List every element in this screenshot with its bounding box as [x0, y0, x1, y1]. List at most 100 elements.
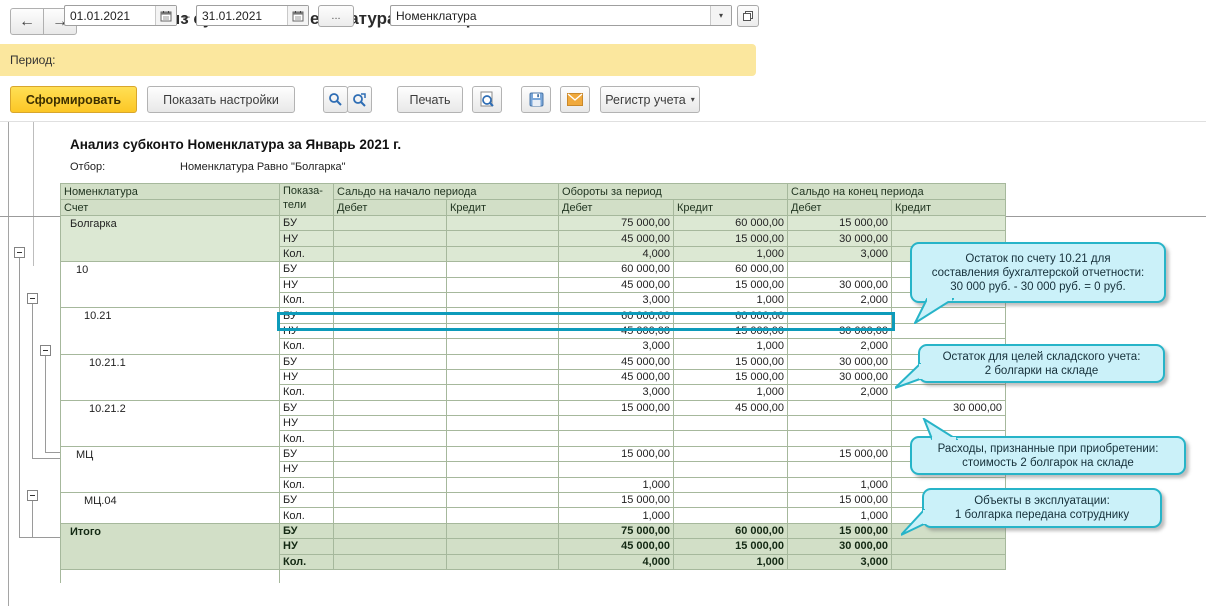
indicator-cell[interactable]: НУ [279, 230, 334, 247]
indicator-cell[interactable]: НУ [279, 538, 334, 555]
search-button[interactable] [323, 86, 348, 113]
account-cell[interactable]: Болгарка [60, 214, 280, 263]
amount-cell[interactable]: 15 000,00 [673, 538, 789, 555]
amount-cell[interactable] [673, 507, 789, 524]
account-cell[interactable]: 10 [60, 261, 280, 309]
collapse-group-mc[interactable] [27, 490, 38, 501]
collapse-group-10[interactable] [27, 293, 38, 304]
amount-cell[interactable] [333, 553, 447, 570]
amount-cell[interactable]: 60 000,00 [673, 261, 789, 278]
print-button[interactable]: Печать [397, 86, 463, 113]
date-from-field[interactable]: 01.01.2021 [64, 5, 177, 26]
amount-cell[interactable]: 1,000 [673, 553, 789, 570]
generate-report-button[interactable]: Сформировать [10, 86, 137, 113]
amount-cell[interactable]: 15 000,00 [673, 353, 789, 370]
amount-cell[interactable] [445, 399, 560, 417]
show-settings-button[interactable]: Показать настройки [147, 86, 295, 113]
calendar-icon[interactable] [155, 6, 176, 25]
amount-cell[interactable]: 1,000 [673, 338, 789, 355]
amount-cell[interactable] [445, 507, 560, 524]
amount-cell[interactable]: 30 000,00 [787, 230, 893, 247]
indicator-cell[interactable]: БУ [279, 445, 334, 463]
amount-cell[interactable] [558, 461, 675, 478]
amount-cell[interactable]: 60 000,00 [558, 261, 675, 278]
amount-cell[interactable] [445, 291, 560, 309]
amount-cell[interactable] [673, 461, 789, 478]
amount-cell[interactable]: 15 000,00 [787, 492, 893, 509]
amount-cell[interactable] [445, 522, 560, 540]
amount-cell[interactable] [333, 230, 447, 247]
collapse-group-bolgarka[interactable] [14, 247, 25, 258]
amount-cell[interactable] [445, 461, 560, 478]
amount-cell[interactable] [673, 445, 789, 463]
amount-cell[interactable] [333, 445, 447, 463]
search-next-button[interactable] [347, 86, 372, 113]
amount-cell[interactable] [333, 522, 447, 540]
amount-cell[interactable] [787, 261, 893, 278]
amount-cell[interactable]: 2,000 [787, 338, 893, 355]
indicator-cell[interactable]: Кол. [279, 245, 334, 263]
calendar-icon[interactable] [287, 6, 308, 25]
indicator-cell[interactable]: БУ [279, 522, 334, 540]
save-button[interactable] [521, 86, 551, 113]
amount-cell[interactable] [891, 553, 1007, 570]
amount-cell[interactable]: 15 000,00 [673, 276, 789, 293]
amount-cell[interactable] [333, 507, 447, 524]
amount-cell[interactable] [333, 338, 447, 355]
indicator-cell[interactable]: НУ [279, 368, 334, 386]
amount-cell[interactable]: 15 000,00 [558, 492, 675, 509]
amount-cell[interactable] [445, 230, 560, 247]
amount-cell[interactable]: 30 000,00 [787, 276, 893, 293]
indicator-cell[interactable]: НУ [279, 415, 334, 432]
amount-cell[interactable]: 15 000,00 [787, 214, 893, 232]
print-preview-button[interactable] [472, 86, 502, 113]
indicator-cell[interactable]: НУ [279, 276, 334, 293]
amount-cell[interactable] [891, 214, 1007, 232]
subconto-combobox[interactable]: Номенклатура ▾ [390, 5, 732, 26]
amount-cell[interactable] [558, 430, 675, 447]
amount-cell[interactable] [445, 214, 560, 232]
amount-cell[interactable]: 2,000 [787, 384, 893, 401]
amount-cell[interactable] [445, 476, 560, 494]
amount-cell[interactable] [673, 476, 789, 494]
amount-cell[interactable] [558, 415, 675, 432]
indicator-cell[interactable]: Кол. [279, 430, 334, 447]
indicator-cell[interactable]: Кол. [279, 291, 334, 309]
amount-cell[interactable] [333, 261, 447, 278]
account-cell[interactable]: МЦ.04 [60, 492, 280, 524]
register-menu-button[interactable]: Регистр учета ▾ [600, 86, 700, 113]
amount-cell[interactable]: 2,000 [787, 291, 893, 309]
amount-cell[interactable] [445, 368, 560, 386]
open-list-button[interactable] [737, 5, 759, 27]
indicator-cell[interactable]: Кол. [279, 507, 334, 524]
amount-cell[interactable] [333, 430, 447, 447]
amount-cell[interactable] [445, 492, 560, 509]
email-button[interactable] [560, 86, 590, 113]
collapse-group-10-21[interactable] [40, 345, 51, 356]
amount-cell[interactable] [333, 368, 447, 386]
amount-cell[interactable]: 1,000 [787, 476, 893, 494]
amount-cell[interactable]: 1,000 [673, 384, 789, 401]
amount-cell[interactable] [673, 415, 789, 432]
indicator-cell[interactable]: БУ [279, 261, 334, 278]
amount-cell[interactable]: 45 000,00 [558, 368, 675, 386]
indicator-cell[interactable]: БУ [279, 214, 334, 232]
amount-cell[interactable]: 3,000 [558, 338, 675, 355]
amount-cell[interactable] [333, 492, 447, 509]
amount-cell[interactable]: 60 000,00 [673, 522, 789, 540]
indicator-cell[interactable]: Кол. [279, 553, 334, 570]
amount-cell[interactable] [787, 415, 893, 432]
amount-cell[interactable] [445, 415, 560, 432]
amount-cell[interactable] [333, 214, 447, 232]
amount-cell[interactable] [333, 291, 447, 309]
amount-cell[interactable]: 3,000 [558, 291, 675, 309]
amount-cell[interactable]: 1,000 [673, 291, 789, 309]
amount-cell[interactable] [445, 353, 560, 370]
indicator-cell[interactable]: НУ [279, 461, 334, 478]
amount-cell[interactable] [445, 245, 560, 263]
amount-cell[interactable]: 30 000,00 [787, 353, 893, 370]
amount-cell[interactable] [445, 430, 560, 447]
amount-cell[interactable] [787, 399, 893, 417]
amount-cell[interactable] [445, 538, 560, 555]
amount-cell[interactable] [333, 245, 447, 263]
